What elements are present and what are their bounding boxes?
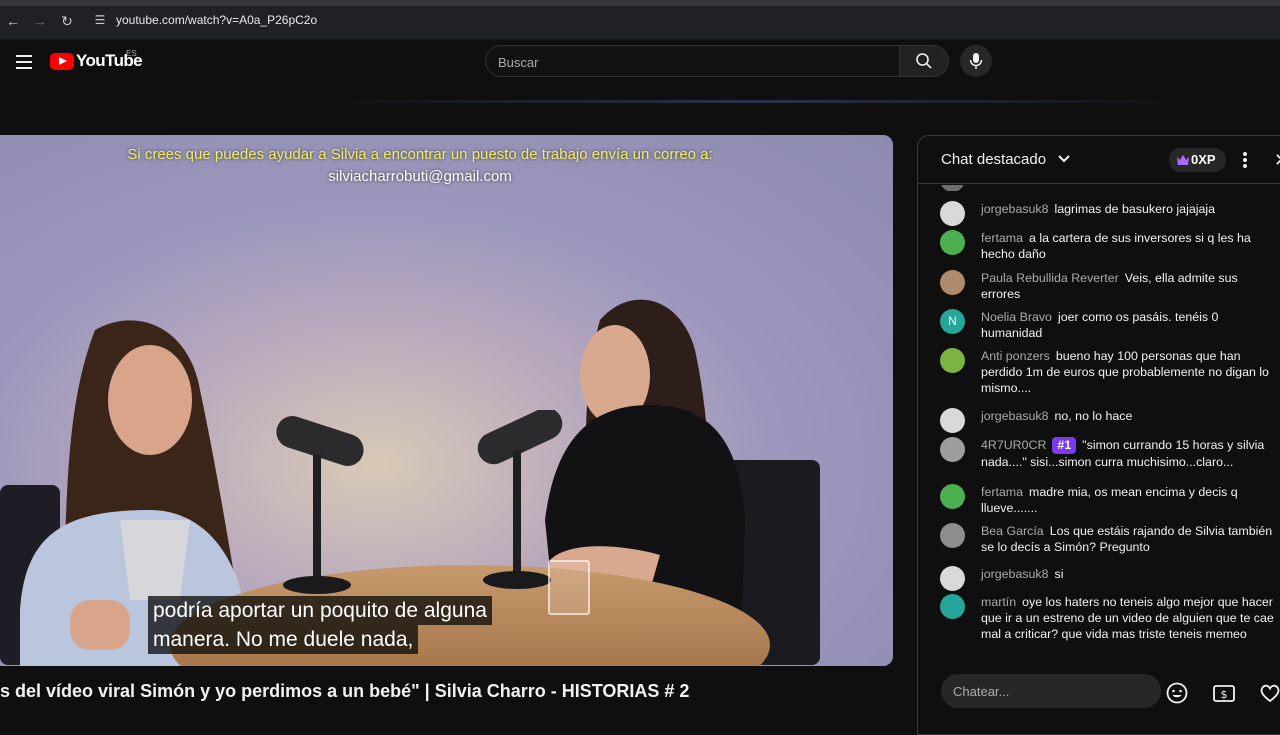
chat-message-content: Bea García Los que estáis rajando de Silv…	[981, 523, 1277, 555]
emoji-icon[interactable]	[1165, 681, 1189, 705]
site-settings-icon[interactable]: ☰	[92, 12, 108, 28]
youtube-header: YouTube ES	[0, 40, 1280, 104]
browser-tab-strip	[0, 0, 1280, 6]
chat-message-content: fertama a la cartera de sus inversores si…	[981, 230, 1277, 262]
subtitle-line-1: podría aportar un poquito de alguna	[148, 596, 492, 625]
chat-header: Chat destacado 0XP ✕	[918, 136, 1280, 184]
avatar[interactable]	[940, 408, 965, 433]
chat-author[interactable]: 4R7UR0CR	[981, 438, 1046, 452]
chat-author[interactable]: jorgebasuk8	[981, 202, 1049, 216]
avatar[interactable]	[940, 230, 965, 255]
overlay-email: silviacharrobuti@gmail.com	[328, 168, 512, 185]
chat-message-text: oye los haters no teneis algo mejor que …	[981, 595, 1274, 641]
chat-message-content: Noelia Bravo joer como os pasáis. tenéis …	[981, 309, 1277, 341]
more-options-icon[interactable]	[1236, 150, 1254, 170]
avatar[interactable]: N	[940, 309, 965, 334]
voice-search-button[interactable]	[960, 45, 992, 77]
search-button[interactable]	[899, 45, 949, 77]
chat-message-content: Anti ponzers bueno hay 100 personas que h…	[981, 348, 1277, 396]
chat-author[interactable]: jorgebasuk8	[981, 409, 1049, 423]
avatar[interactable]	[940, 566, 965, 591]
chat-message-content: Paula Rebullida Reverter Veis, ella admit…	[981, 270, 1277, 302]
search-box[interactable]	[485, 45, 900, 77]
chat-message-content: jorgebasuk8 si	[981, 566, 1277, 582]
subtitles: podría aportar un poquito de alguna mane…	[148, 596, 492, 654]
live-chat-panel: Chat destacado 0XP ✕ jorgebasuk8 lagrimas…	[917, 135, 1280, 735]
video-player[interactable]: Si crees que puedes ayudar a Silvia a en…	[0, 135, 893, 666]
back-icon[interactable]: ←	[4, 12, 22, 30]
region-label: ES	[126, 49, 137, 58]
chat-author[interactable]: Paula Rebullida Reverter	[981, 271, 1119, 285]
super-chat-icon[interactable]: $	[1212, 681, 1236, 705]
ambient-glow	[310, 100, 1200, 103]
menu-icon[interactable]	[12, 50, 36, 74]
subtitle-line-2: manera. No me duele nada,	[148, 625, 419, 654]
address-bar[interactable]: youtube.com/watch?v=A0a_P26pC2o	[116, 13, 317, 27]
close-icon[interactable]: ✕	[1274, 150, 1280, 170]
chat-message-content: jorgebasuk8 no, no lo hace	[981, 408, 1277, 424]
member-badge: #1	[1052, 437, 1077, 454]
search-input[interactable]	[498, 52, 878, 72]
chat-author[interactable]: fertama	[981, 231, 1023, 245]
chat-message-content: fertama madre mia, os mean encima y decis…	[981, 484, 1277, 516]
chat-author[interactable]: martín	[981, 595, 1016, 609]
avatar[interactable]	[940, 201, 965, 226]
chat-author[interactable]: Anti ponzers	[981, 349, 1050, 363]
chat-message-content: jorgebasuk8 lagrimas de basukero jajajaja	[981, 201, 1277, 217]
video-title: s del vídeo viral Simón y yo perdimos a …	[0, 681, 690, 701]
avatar[interactable]	[940, 437, 965, 462]
chat-input-box[interactable]	[941, 674, 1161, 708]
avatar[interactable]	[940, 270, 965, 295]
chat-author[interactable]: Noelia Bravo	[981, 310, 1052, 324]
chevron-down-icon[interactable]	[1057, 152, 1071, 166]
podcast-microphone-left	[276, 416, 364, 594]
chat-message-text: no, no lo hace	[1054, 409, 1133, 423]
chat-message-text: si	[1054, 567, 1064, 581]
search-icon	[916, 53, 932, 69]
avatar[interactable]	[940, 594, 965, 619]
crown-icon	[1177, 155, 1189, 165]
avatar[interactable]	[940, 523, 965, 548]
microphone-icon	[969, 53, 983, 69]
reload-icon[interactable]: ↻	[58, 12, 76, 30]
chat-author[interactable]: fertama	[981, 485, 1023, 499]
chat-mode-label[interactable]: Chat destacado	[941, 151, 1046, 168]
overlay-caption: Si crees que puedes ayudar a Silvia a en…	[127, 146, 713, 163]
water-glass	[548, 560, 590, 615]
chat-input[interactable]	[953, 682, 1153, 700]
browser-toolbar: ← → ↻ ☰ youtube.com/watch?v=A0a_P26pC2o	[0, 0, 1280, 40]
xp-value: 0XP	[1191, 152, 1216, 167]
chat-author[interactable]: Bea García	[981, 524, 1044, 538]
avatar[interactable]	[940, 484, 965, 509]
xp-badge[interactable]: 0XP	[1169, 148, 1226, 172]
chat-message-content: 4R7UR0CR #1 "simon currando 15 horas y sil…	[981, 437, 1277, 470]
chat-message-text: lagrimas de basukero jajajaja	[1054, 202, 1215, 216]
chat-author[interactable]: jorgebasuk8	[981, 567, 1049, 581]
youtube-play-icon	[50, 52, 74, 70]
svg-text:$: $	[1221, 688, 1228, 701]
heart-icon[interactable]	[1258, 681, 1280, 705]
chat-scroll-cutoff	[918, 185, 1280, 191]
avatar[interactable]	[940, 348, 965, 373]
forward-icon[interactable]: →	[31, 12, 49, 30]
chat-message-content: martín oye los haters no teneis algo mejo…	[981, 594, 1277, 642]
